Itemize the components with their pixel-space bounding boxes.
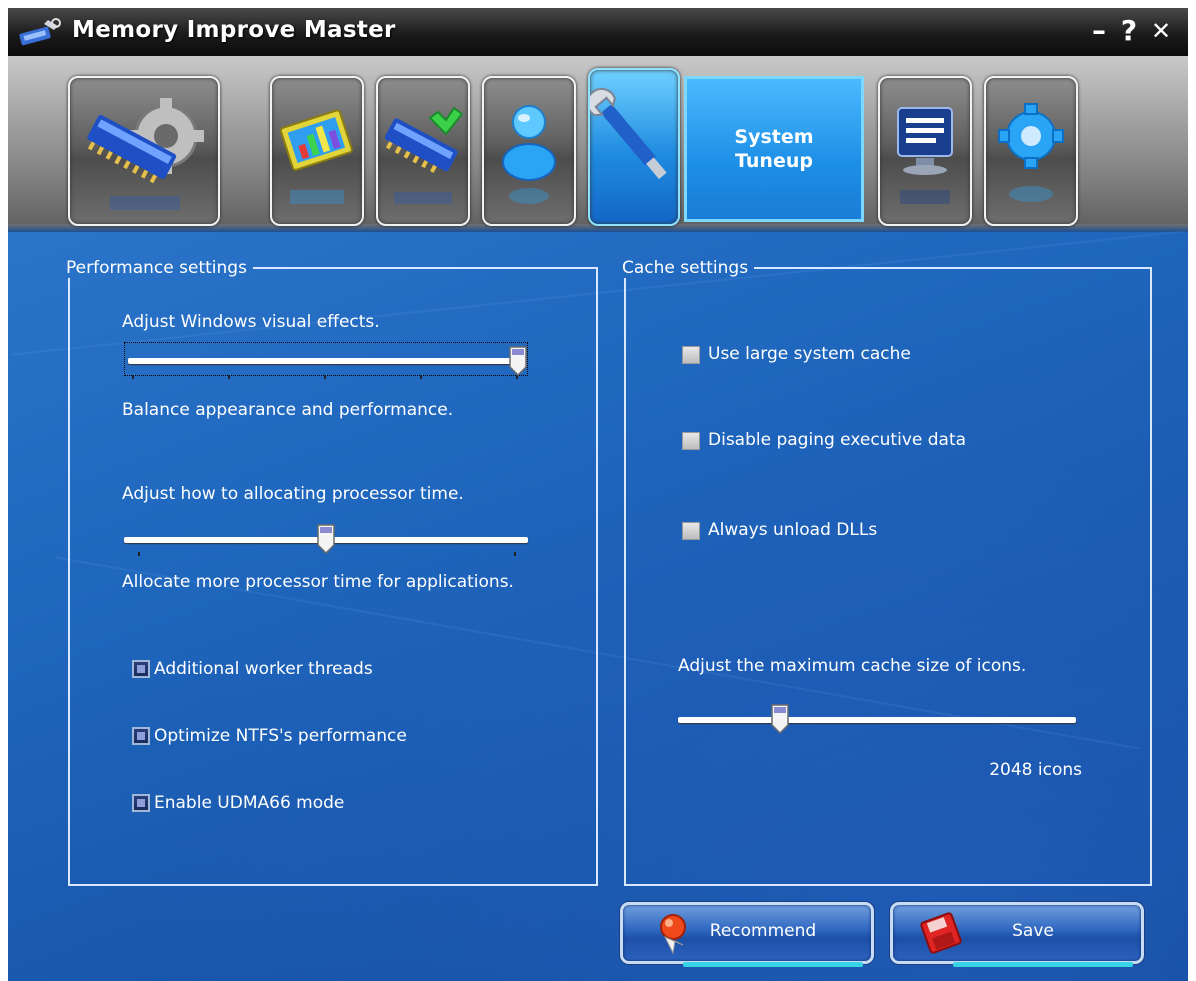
app-logo-icon xyxy=(19,18,61,46)
visual-effects-caption: Balance appearance and performance. xyxy=(122,400,454,420)
icon-cache-value: 2048 icons xyxy=(989,760,1082,780)
title-bar[interactable]: Memory Improve Master – ? ✕ xyxy=(8,8,1188,56)
save-icon xyxy=(920,912,962,954)
processor-time-label: Adjust how to allocating processor time. xyxy=(122,484,464,504)
tab-settings[interactable] xyxy=(984,76,1078,226)
large-system-cache-checkbox[interactable] xyxy=(682,346,700,364)
computer-list-icon xyxy=(897,107,953,204)
minimize-button[interactable]: – xyxy=(1084,14,1114,48)
slider-track xyxy=(678,717,1076,723)
visual-effects-slider[interactable] xyxy=(124,342,530,386)
tab-memory-check[interactable] xyxy=(376,76,470,226)
window-title: Memory Improve Master xyxy=(72,17,396,43)
save-button[interactable]: Save xyxy=(890,902,1144,967)
tab-system-tuneup[interactable] xyxy=(588,68,680,226)
save-button-label: Save xyxy=(1012,921,1054,941)
slider-tick xyxy=(324,375,326,379)
recommend-icon xyxy=(660,914,686,955)
slider-tick xyxy=(132,375,134,379)
performance-settings-legend: Performance settings xyxy=(66,258,247,278)
help-button[interactable]: ? xyxy=(1114,14,1144,48)
cache-settings-legend: Cache settings xyxy=(622,258,749,278)
gear-icon xyxy=(998,103,1064,202)
slider-tick xyxy=(138,552,140,556)
close-button[interactable]: ✕ xyxy=(1146,14,1176,48)
optimize-ntfs-label[interactable]: Optimize NTFS's performance xyxy=(154,726,407,746)
recommend-button[interactable]: Recommend xyxy=(620,902,874,967)
slider-tick xyxy=(228,375,230,379)
disable-paging-executive-checkbox[interactable] xyxy=(682,432,700,450)
optimize-ntfs-checkbox[interactable] xyxy=(132,727,150,745)
icon-cache-slider[interactable] xyxy=(678,702,1080,742)
memory-check-icon xyxy=(384,106,464,204)
icon-cache-label: Adjust the maximum cache size of icons. xyxy=(678,656,1027,676)
slider-thumb[interactable] xyxy=(770,704,789,734)
memory-gear-icon xyxy=(87,98,204,210)
chart-monitor-icon xyxy=(279,109,353,204)
enable-udma66-label[interactable]: Enable UDMA66 mode xyxy=(154,793,344,813)
disable-paging-executive-label[interactable]: Disable paging executive data xyxy=(708,430,966,450)
additional-worker-threads-label[interactable]: Additional worker threads xyxy=(154,659,373,679)
always-unload-dlls-checkbox[interactable] xyxy=(682,522,700,540)
app-window: Memory Improve Master – ? ✕ System Tuneu… xyxy=(8,8,1188,981)
recommend-button-label: Recommend xyxy=(709,921,817,941)
active-tab-label-box[interactable]: System Tuneup xyxy=(684,76,864,222)
slider-track xyxy=(128,358,524,364)
slider-tick xyxy=(420,375,422,379)
slider-thumb[interactable] xyxy=(317,524,335,554)
slider-tick xyxy=(514,552,516,556)
main-content: Performance settings Adjust Windows visu… xyxy=(8,230,1188,981)
tab-user[interactable] xyxy=(482,76,576,226)
processor-time-caption: Allocate more processor time for applica… xyxy=(122,572,514,592)
processor-time-slider[interactable] xyxy=(124,522,530,566)
tab-statistics[interactable] xyxy=(270,76,364,226)
slider-thumb[interactable] xyxy=(509,346,527,376)
tab-system-info[interactable] xyxy=(878,76,972,226)
additional-worker-threads-checkbox[interactable] xyxy=(132,660,150,678)
large-system-cache-label[interactable]: Use large system cache xyxy=(708,344,911,364)
tab-memory-optimize[interactable] xyxy=(68,76,220,226)
visual-effects-label: Adjust Windows visual effects. xyxy=(122,312,380,332)
user-icon xyxy=(502,105,556,204)
active-tab-label: System Tuneup xyxy=(734,126,814,172)
wrench-icon xyxy=(590,87,667,180)
enable-udma66-checkbox[interactable] xyxy=(132,794,150,812)
always-unload-dlls-label[interactable]: Always unload DLLs xyxy=(708,520,877,540)
